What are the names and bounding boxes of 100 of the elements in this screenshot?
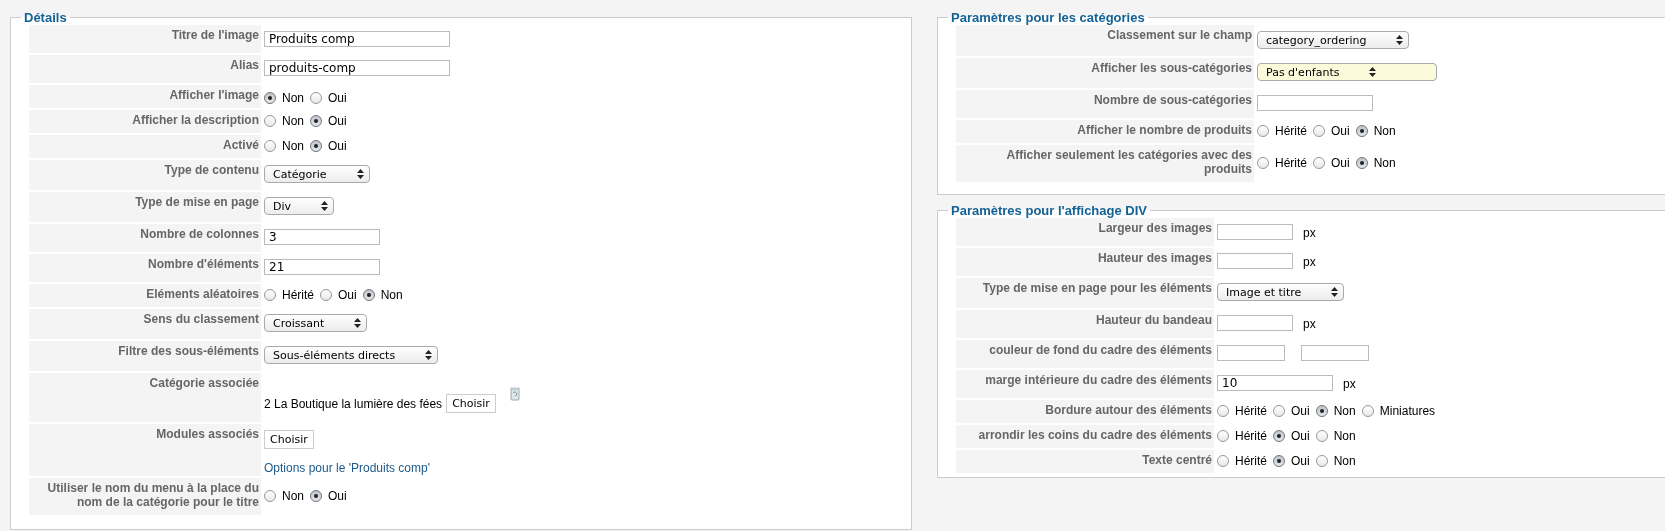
updown-arrows-icon (354, 318, 362, 328)
field-label: Type de contenu (29, 159, 261, 191)
select-dropdown[interactable]: Croissant (264, 314, 368, 332)
radio-label: Non (1373, 123, 1396, 138)
field-label: Hauteur du bandeau (956, 309, 1214, 339)
radio-label: Non (282, 90, 304, 105)
radio-label: Non (282, 488, 304, 503)
text-field[interactable]: 3 (264, 229, 380, 245)
select-dropdown[interactable]: category_ordering (1257, 31, 1410, 49)
radio-label: Non (1333, 453, 1356, 468)
radio-button[interactable] (1315, 404, 1328, 417)
radio-button[interactable] (1217, 429, 1229, 442)
radio-button[interactable] (264, 114, 276, 127)
select-dropdown[interactable]: Sous-éléments directs (264, 346, 439, 364)
section-title: Paramètres pour les catégories (950, 10, 1146, 25)
text-field[interactable]: 10 (1217, 375, 1333, 391)
radio-button[interactable] (310, 114, 322, 127)
field-label: Afficher les sous-catégories (956, 57, 1254, 89)
radio-button[interactable] (1313, 156, 1325, 169)
radio-label: Hérité (1275, 123, 1307, 138)
radio-label: Oui (328, 90, 347, 105)
radio-button[interactable] (1315, 429, 1328, 442)
field-label: arrondir les coins du cadre des éléments (956, 424, 1214, 449)
radio-label: Oui (328, 138, 347, 153)
radio-label: Non (1333, 428, 1356, 443)
radio-label: Non (282, 138, 304, 153)
radio-button[interactable] (310, 489, 322, 502)
select-dropdown[interactable]: Div (264, 197, 335, 215)
field-label: Bordure autour des éléments (956, 399, 1214, 424)
radio-button[interactable] (1355, 124, 1368, 137)
radio-button[interactable] (362, 288, 375, 301)
radio-button[interactable] (264, 288, 276, 301)
radio-button[interactable] (310, 139, 322, 152)
field-label: Titre de l'image (29, 25, 261, 54)
radio-label: Oui (338, 287, 357, 302)
updown-arrows-icon (356, 169, 364, 179)
category-name: 2 La Boutique la lumière des fées (264, 396, 443, 411)
section-title: Détails (23, 10, 68, 25)
radio-button[interactable] (1257, 124, 1269, 137)
options-link[interactable]: Options pour le 'Produits comp' (264, 460, 430, 475)
radio-label: Hérité (282, 287, 314, 302)
select-dropdown[interactable]: Catégorie (264, 165, 370, 183)
select-dropdown[interactable]: Image et titre (1217, 283, 1345, 301)
unit-label: px (1303, 317, 1316, 331)
trash-icon[interactable] (509, 387, 520, 401)
field-label: Texte centré (956, 449, 1214, 474)
radio-button[interactable] (1217, 404, 1229, 417)
radio-label: Oui (1291, 403, 1310, 418)
radio-button[interactable] (1273, 454, 1285, 467)
field-label: Hauteur des images (956, 247, 1214, 277)
text-field[interactable] (1257, 95, 1373, 111)
unit-label: px (1343, 377, 1356, 391)
field-label: Sens du classement (29, 308, 261, 340)
radio-button[interactable] (264, 489, 276, 502)
field-label: Nombre de colonnes (29, 223, 261, 253)
field-label: couleur de fond du cadre des éléments (956, 339, 1214, 369)
text-field[interactable]: Produits comp (264, 30, 450, 47)
radio-button[interactable] (1273, 429, 1285, 442)
choose-button[interactable]: Choisir (264, 429, 314, 449)
color-field[interactable] (1301, 345, 1369, 361)
radio-button[interactable] (310, 91, 322, 104)
radio-label: Hérité (1235, 403, 1267, 418)
text-field[interactable]: 21 (264, 259, 380, 275)
field-label: Activé (29, 134, 261, 159)
choose-button[interactable]: Choisir (446, 394, 496, 413)
radio-button[interactable] (1315, 454, 1328, 467)
radio-button[interactable] (1313, 124, 1325, 137)
text-field[interactable]: produits-comp (264, 60, 450, 76)
radio-button[interactable] (1361, 404, 1374, 417)
field-label: Alias (29, 54, 261, 84)
field-label: Nombre de sous-catégories (956, 89, 1254, 119)
radio-button[interactable] (1257, 156, 1269, 169)
text-field[interactable] (1217, 253, 1293, 269)
radio-button[interactable] (320, 288, 332, 301)
field-label: Filtre des sous-éléments (29, 340, 261, 372)
field-label: Afficher seulement les catégories avec des produits (956, 144, 1254, 183)
color-field[interactable] (1217, 345, 1285, 361)
radio-label: Non (1373, 155, 1396, 170)
radio-button[interactable] (264, 91, 276, 104)
radio-button[interactable] (264, 139, 276, 152)
radio-label: Non (282, 113, 304, 128)
field-label: Utiliser le nom du menu à la place du nom de la catégorie pour le titre (29, 477, 261, 516)
radio-label: Oui (1331, 123, 1350, 138)
radio-label: Hérité (1235, 428, 1267, 443)
radio-label: Hérité (1235, 453, 1267, 468)
radio-button[interactable] (1355, 156, 1368, 169)
field-label: Eléments aléatoires (29, 283, 261, 308)
text-field[interactable] (1217, 223, 1293, 240)
radio-label: Non (1333, 403, 1356, 418)
radio-button[interactable] (1217, 454, 1229, 467)
field-label: marge intérieure du cadre des éléments (956, 369, 1214, 399)
field-label: Nombre d'éléments (29, 253, 261, 283)
radio-label: Oui (1331, 155, 1350, 170)
radio-button[interactable] (1273, 404, 1285, 417)
select-dropdown[interactable]: Pas d'enfants (1257, 63, 1438, 81)
text-field[interactable] (1217, 315, 1293, 331)
updown-arrows-icon (1331, 287, 1339, 297)
unit-label: px (1303, 255, 1316, 269)
radio-label: Oui (328, 488, 347, 503)
updown-arrows-icon (321, 201, 329, 211)
